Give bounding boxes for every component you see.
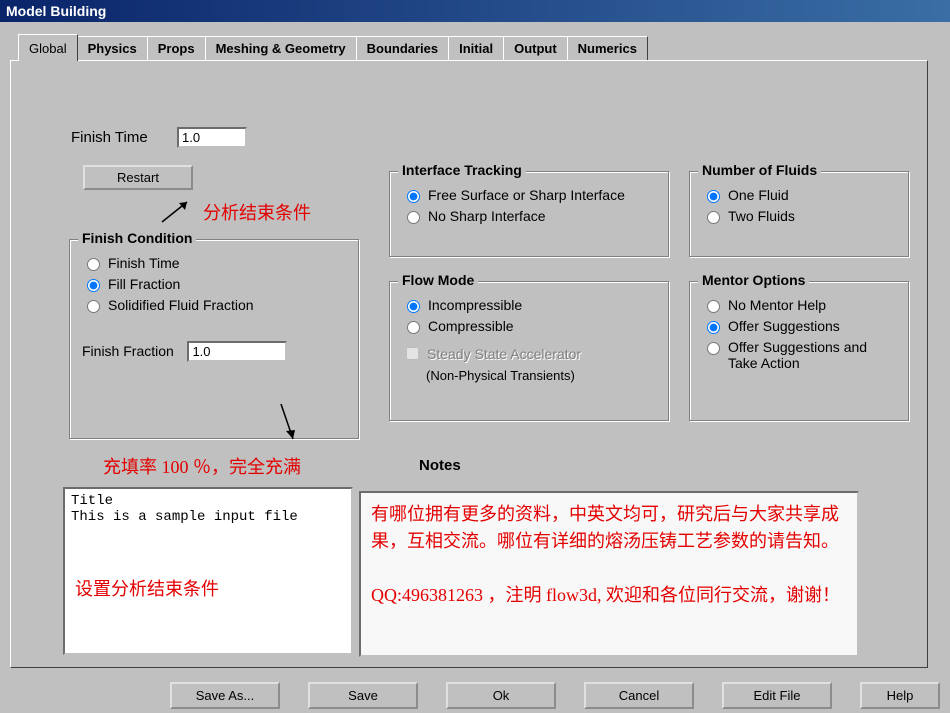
radio-sharp-interface[interactable] xyxy=(407,190,420,203)
radio-no-mentor[interactable] xyxy=(707,300,720,313)
edit-file-button[interactable]: Edit File xyxy=(722,682,832,709)
radio-fill-fraction[interactable] xyxy=(87,279,100,292)
radio-two-fluids-label: Two Fluids xyxy=(728,208,795,224)
arrow-icon xyxy=(157,197,197,227)
flow-mode-group: Flow Mode Incompressible Compressible St… xyxy=(389,281,669,421)
flow-mode-subtext: (Non-Physical Transients) xyxy=(426,368,656,383)
finish-condition-group: Finish Condition Finish Time Fill Fracti… xyxy=(69,239,359,439)
radio-compressible[interactable] xyxy=(407,321,420,334)
radio-one-fluid-label: One Fluid xyxy=(728,187,789,203)
save-button[interactable]: Save xyxy=(308,682,418,709)
finish-fraction-input[interactable] xyxy=(187,341,287,362)
finish-condition-legend: Finish Condition xyxy=(78,230,196,246)
finish-time-input[interactable] xyxy=(177,127,247,148)
radio-no-sharp[interactable] xyxy=(407,211,420,224)
notes-label: Notes xyxy=(419,457,461,474)
radio-no-sharp-label: No Sharp Interface xyxy=(428,208,546,224)
tab-props[interactable]: Props xyxy=(147,36,206,60)
tab-boundaries[interactable]: Boundaries xyxy=(356,36,450,60)
tab-initial[interactable]: Initial xyxy=(448,36,504,60)
radio-finish-time[interactable] xyxy=(87,258,100,271)
num-fluids-group: Number of Fluids One Fluid Two Fluids xyxy=(689,171,909,257)
radio-fill-fraction-label: Fill Fraction xyxy=(108,276,180,292)
title-textarea[interactable]: Title This is a sample input file xyxy=(63,487,353,655)
mentor-options-group: Mentor Options No Mentor Help Offer Sugg… xyxy=(689,281,909,421)
annotation-finish-cond: 分析结束条件 xyxy=(203,199,311,225)
checkbox-steady-label: Steady State Accelerator xyxy=(427,346,581,362)
tab-global[interactable]: Global xyxy=(18,34,78,61)
tab-output[interactable]: Output xyxy=(503,36,568,60)
annotation-fill-rate: 充填率 100 ％，完全充满 xyxy=(103,453,301,479)
radio-one-fluid[interactable] xyxy=(707,190,720,203)
arrow-down-icon xyxy=(271,399,301,449)
radio-offer-take-action[interactable] xyxy=(707,342,720,355)
cancel-button[interactable]: Cancel xyxy=(584,682,694,709)
checkbox-steady-state xyxy=(406,347,419,360)
radio-no-mentor-label: No Mentor Help xyxy=(728,297,826,313)
radio-offer-take-action-label: Offer Suggestions and Take Action xyxy=(728,339,888,371)
radio-compressible-label: Compressible xyxy=(428,318,514,334)
tab-numerics[interactable]: Numerics xyxy=(567,36,648,60)
flow-mode-legend: Flow Mode xyxy=(398,272,478,288)
tab-row: Global Physics Props Meshing & Geometry … xyxy=(18,34,940,60)
radio-solidified[interactable] xyxy=(87,300,100,313)
main-container: Global Physics Props Meshing & Geometry … xyxy=(0,22,950,672)
radio-offer-suggestions-label: Offer Suggestions xyxy=(728,318,840,334)
global-panel: Finish Time Restart 分析结束条件 Finish Condit… xyxy=(10,60,928,668)
restart-button[interactable]: Restart xyxy=(83,165,193,190)
finish-time-label: Finish Time xyxy=(71,129,148,146)
mentor-options-legend: Mentor Options xyxy=(698,272,809,288)
radio-solidified-label: Solidified Fluid Fraction xyxy=(108,297,254,313)
finish-fraction-label: Finish Fraction xyxy=(82,343,174,359)
help-button[interactable]: Help xyxy=(860,682,940,709)
bottom-button-row: Save As... Save Ok Cancel Edit File Help xyxy=(170,682,940,709)
radio-offer-suggestions[interactable] xyxy=(707,321,720,334)
save-as-button[interactable]: Save As... xyxy=(170,682,280,709)
radio-incompressible-label: Incompressible xyxy=(428,297,522,313)
num-fluids-legend: Number of Fluids xyxy=(698,162,821,178)
interface-tracking-legend: Interface Tracking xyxy=(398,162,526,178)
notes-textarea[interactable]: 有哪位拥有更多的资料，中英文均可，研究后与大家共享成果，互相交流。哪位有详细的熔… xyxy=(359,491,859,657)
radio-sharp-interface-label: Free Surface or Sharp Interface xyxy=(428,187,625,203)
ok-button[interactable]: Ok xyxy=(446,682,556,709)
radio-two-fluids[interactable] xyxy=(707,211,720,224)
annotation-set-finish: 设置分析结束条件 xyxy=(75,575,219,601)
interface-tracking-group: Interface Tracking Free Surface or Sharp… xyxy=(389,171,669,257)
window-titlebar: Model Building xyxy=(0,0,950,22)
tab-physics[interactable]: Physics xyxy=(77,36,148,60)
radio-incompressible[interactable] xyxy=(407,300,420,313)
tab-meshing[interactable]: Meshing & Geometry xyxy=(205,36,357,60)
radio-finish-time-label: Finish Time xyxy=(108,255,180,271)
